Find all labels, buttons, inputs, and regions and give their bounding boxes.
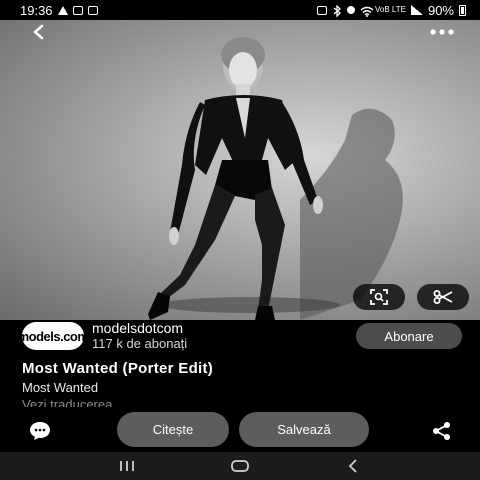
recents-button[interactable] <box>115 454 139 478</box>
scissors-icon <box>433 290 453 304</box>
bluetooth-icon <box>332 4 342 18</box>
share-icon <box>433 422 450 440</box>
read-button[interactable]: Citește <box>117 412 229 447</box>
more-horizontal-icon <box>430 29 454 35</box>
visual-search-button[interactable] <box>353 284 405 310</box>
status-bar: 19:36 VoB LTE 90% <box>0 0 480 20</box>
more-options-button[interactable] <box>428 20 456 44</box>
vibrate-icon <box>346 6 355 14</box>
model-photo <box>148 37 403 320</box>
cut-button[interactable] <box>417 284 469 310</box>
battery-icon <box>459 4 466 16</box>
status-time: 19:36 <box>20 2 53 18</box>
home-icon <box>231 460 249 472</box>
share-button[interactable] <box>430 420 454 442</box>
profile-row: models.com modelsdotcom 117 k de abonați… <box>18 321 462 352</box>
action-bar: Citește Salvează <box>0 410 480 450</box>
subscriber-count: 117 k de abonați <box>92 336 188 351</box>
battery-percent: 90% <box>427 2 454 18</box>
nav-back-button[interactable] <box>341 454 365 478</box>
home-button[interactable] <box>228 454 252 478</box>
pin-title: Most Wanted (Porter Edit) <box>22 360 214 377</box>
back-button[interactable] <box>26 20 50 44</box>
pin-description: Most Wanted <box>22 380 99 395</box>
volte-icon: VoB LTE <box>374 5 406 14</box>
comment-button[interactable] <box>26 420 54 442</box>
signal-icon <box>410 5 423 15</box>
see-translation-link[interactable]: Vezi traducerea <box>22 397 112 407</box>
profile-name[interactable]: modelsdotcom <box>92 321 187 336</box>
wifi-icon <box>360 5 374 17</box>
follow-button[interactable]: Abonare <box>356 323 462 349</box>
status-right: VoB LTE 90% <box>316 2 466 18</box>
profile-text: modelsdotcom 117 k de abonați <box>92 321 188 352</box>
comment-icon <box>30 422 50 440</box>
recents-icon <box>119 461 134 471</box>
visual-search-icon <box>370 289 388 305</box>
status-left: 19:36 <box>20 3 98 18</box>
pin-image[interactable] <box>0 20 480 320</box>
nfc-icon <box>316 5 327 15</box>
message-icon <box>72 5 83 15</box>
avatar[interactable]: models.com <box>18 322 89 350</box>
chevron-left-icon <box>33 24 44 40</box>
back-icon <box>349 459 357 473</box>
image-icon <box>87 5 98 15</box>
warning-icon <box>57 5 68 15</box>
system-nav-bar <box>0 452 480 480</box>
save-button[interactable]: Salvează <box>239 412 369 447</box>
